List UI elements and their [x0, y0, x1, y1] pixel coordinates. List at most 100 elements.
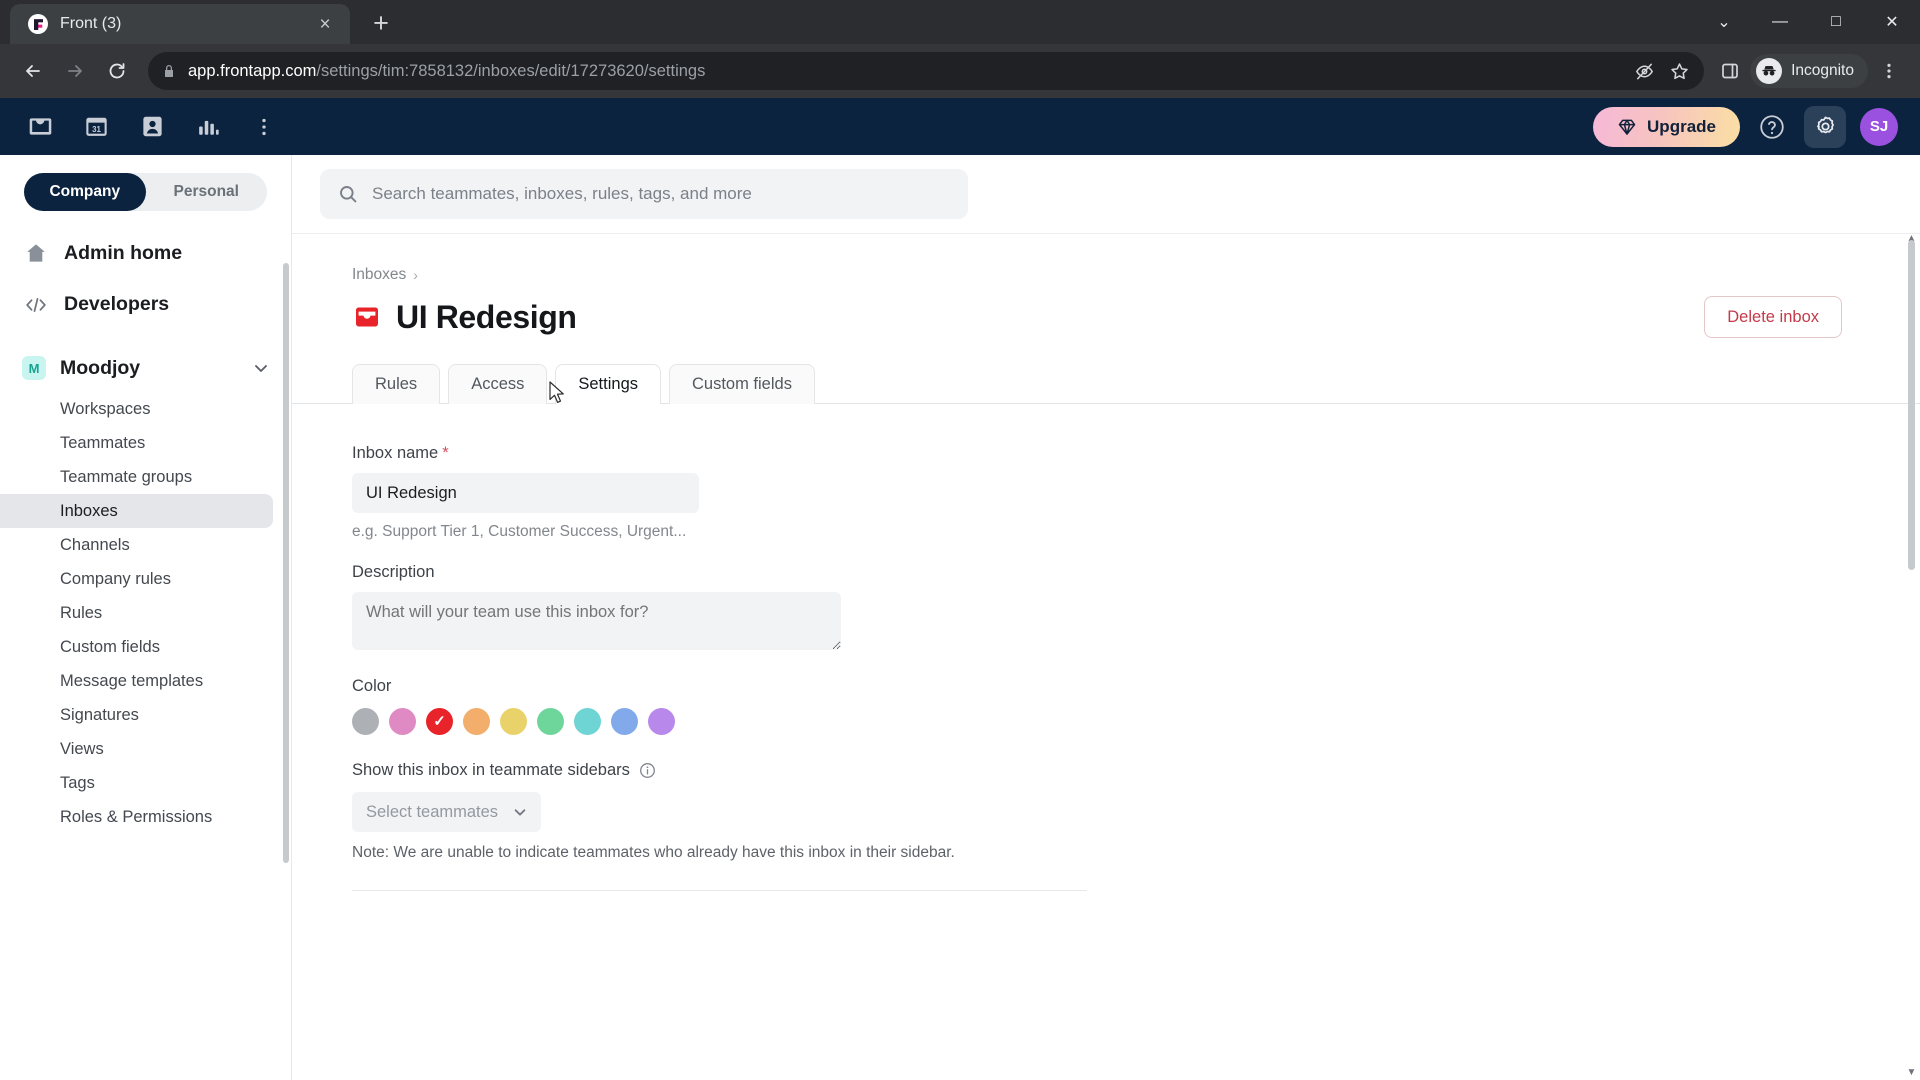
sidebar-item-inboxes[interactable]: Inboxes [0, 494, 273, 528]
incognito-icon [1756, 58, 1783, 84]
sidebar-item-views[interactable]: Views [0, 732, 273, 766]
sidebar-item-custom-fields[interactable]: Custom fields [0, 630, 273, 664]
scope-toggle: Company Personal [24, 173, 267, 211]
teammates-select-value: Select teammates [366, 802, 499, 821]
sidebar-item-label: Admin home [64, 241, 183, 264]
color-swatch-purple[interactable] [648, 708, 675, 735]
maximize-button[interactable]: □ [1808, 0, 1864, 44]
close-window-button[interactable]: ✕ [1864, 0, 1920, 44]
gear-icon[interactable] [1804, 105, 1846, 148]
sidebar-subnav: Workspaces Teammates Teammate groups Inboxe… [0, 392, 291, 834]
inbox-icon[interactable] [20, 108, 60, 146]
close-icon[interactable]: × [312, 11, 338, 37]
search-placeholder: Search teammates, inboxes, rules, tags, … [372, 184, 752, 203]
check-icon: ✓ [433, 713, 446, 730]
sidebar-team-moodjoy[interactable]: M Moodjoy [0, 344, 291, 392]
more-options-icon[interactable] [244, 108, 284, 146]
tab-settings[interactable]: Settings [555, 364, 661, 405]
search-bar-row: Search teammates, inboxes, rules, tags, … [292, 155, 1920, 233]
url-path: /settings/tim:7858132/inboxes/edit/17273… [316, 61, 706, 80]
inbox-name-field: Inbox name * UI Redesign e.g. Support Ti… [352, 444, 1920, 541]
reload-icon[interactable] [98, 52, 136, 90]
topnav-icon-group: 31 [20, 108, 284, 146]
hide-tracking-icon[interactable] [1634, 61, 1655, 82]
back-icon[interactable] [14, 52, 52, 90]
sidebar-item-tags[interactable]: Tags [0, 766, 273, 800]
profile-label: Incognito [1791, 62, 1854, 79]
tab-rules[interactable]: Rules [352, 364, 441, 404]
diamond-icon [1617, 117, 1637, 137]
sidebar-visibility-note: Note: We are unable to indicate teammate… [352, 844, 955, 861]
side-panel-icon[interactable] [1720, 61, 1740, 81]
sidebar-item-channels[interactable]: Channels [0, 528, 273, 562]
inbox-name-input[interactable]: UI Redesign [352, 473, 699, 513]
sidebar-item-company-rules[interactable]: Company rules [0, 562, 273, 596]
content-scrollbar[interactable] [1908, 240, 1915, 570]
avatar[interactable]: SJ [1860, 107, 1898, 146]
content-scroll-area: Inboxes › UI Redesign Delete inbox Rules… [292, 233, 1920, 1080]
calendar-icon[interactable]: 31 [76, 108, 116, 146]
sidebar-item-teammates[interactable]: Teammates [0, 426, 273, 460]
front-app: 31 Upgrade SJ Company Personal Admin hom… [0, 98, 1920, 1080]
color-swatch-blue[interactable] [611, 708, 638, 735]
color-swatch-teal[interactable] [574, 708, 601, 735]
mouse-cursor [549, 381, 567, 411]
sidebar-visibility-label: Show this inbox in teammate sidebars [352, 761, 1920, 780]
sidebar-item-developers[interactable]: Developers [0, 279, 291, 330]
color-label: Color [352, 677, 392, 695]
sidebar-item-message-templates[interactable]: Message templates [0, 664, 273, 698]
home-icon [24, 241, 48, 265]
browser-tab-title: Front (3) [60, 15, 122, 32]
tab-search-icon[interactable]: ⌄ [1696, 0, 1752, 44]
color-swatches: ✓ [352, 705, 1920, 738]
search-input[interactable]: Search teammates, inboxes, rules, tags, … [320, 169, 968, 219]
delete-inbox-button[interactable]: Delete inbox [1704, 296, 1842, 338]
url-bar[interactable]: app.frontapp.com/settings/tim:7858132/in… [148, 52, 1705, 90]
description-input[interactable] [352, 592, 841, 650]
breadcrumb-parent-link[interactable]: Inboxes [352, 266, 406, 284]
sidebar-item-teammate-groups[interactable]: Teammate groups [0, 460, 273, 494]
sidebar-scrollbar[interactable] [283, 263, 289, 863]
chevron-down-icon [511, 803, 529, 821]
info-icon[interactable] [639, 762, 656, 779]
scope-tab-company[interactable]: Company [24, 173, 146, 211]
color-swatch-green[interactable] [537, 708, 564, 735]
tab-custom-fields[interactable]: Custom fields [669, 364, 815, 404]
inbox-name-label: Inbox name * [352, 444, 1920, 463]
sidebar-item-signatures[interactable]: Signatures [0, 698, 273, 732]
color-swatch-orange[interactable] [463, 708, 490, 735]
help-circle-icon[interactable] [1754, 109, 1790, 145]
upgrade-label: Upgrade [1647, 116, 1716, 136]
new-tab-button[interactable]: + [362, 4, 400, 42]
scope-tab-personal[interactable]: Personal [146, 173, 268, 211]
analytics-icon[interactable] [188, 108, 228, 146]
url-host: app.frontapp.com [188, 61, 317, 80]
main-content: Search teammates, inboxes, rules, tags, … [292, 155, 1920, 1080]
color-field: Color ✓ [352, 677, 1920, 738]
tab-access[interactable]: Access [448, 364, 548, 404]
lock-icon [162, 64, 176, 78]
section-divider [352, 890, 1087, 891]
teammates-select[interactable]: Select teammates [352, 792, 541, 832]
profile-chip[interactable]: Incognito [1750, 54, 1868, 88]
color-swatch-yellow[interactable] [500, 708, 527, 735]
color-swatch-pink[interactable] [389, 708, 416, 735]
omnibox-actions [1634, 61, 1690, 82]
sidebar-item-rules[interactable]: Rules [0, 596, 273, 630]
svg-text:31: 31 [92, 125, 101, 134]
color-swatch-gray[interactable] [352, 708, 379, 735]
forward-icon[interactable] [56, 52, 94, 90]
browser-tab[interactable]: Front (3) × [10, 4, 350, 44]
upgrade-button[interactable]: Upgrade [1593, 106, 1740, 147]
bookmark-star-icon[interactable] [1669, 61, 1690, 82]
sidebar-item-roles-permissions[interactable]: Roles & Permissions [0, 800, 273, 834]
scroll-down-arrow[interactable]: ▼ [1906, 1067, 1917, 1078]
sidebar-item-workspaces[interactable]: Workspaces [0, 392, 273, 426]
browser-menu-icon[interactable] [1872, 52, 1906, 90]
contacts-icon[interactable] [132, 108, 172, 146]
minimize-button[interactable]: — [1752, 0, 1808, 44]
color-swatch-red[interactable]: ✓ [423, 705, 456, 738]
chevron-down-icon[interactable] [251, 358, 271, 378]
sidebar-item-admin-home[interactable]: Admin home [0, 227, 291, 279]
inbox-name-label-text: Inbox name [352, 444, 439, 462]
